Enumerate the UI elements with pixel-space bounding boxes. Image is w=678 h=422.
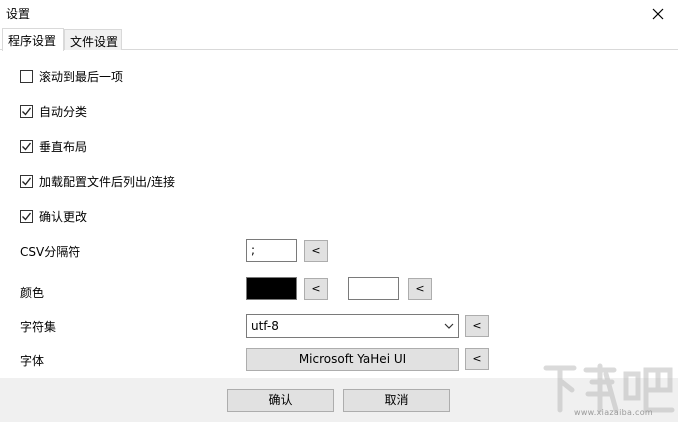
color-label: 颜色 [20, 286, 45, 300]
close-icon [652, 8, 664, 20]
csv-reset-button[interactable]: < [304, 240, 328, 262]
settings-panel: 滚动到最后一项 自动分类 垂直布局 加载配置文件后列出/连接 确认更改 CSV分… [0, 50, 678, 378]
background-color-swatch[interactable] [348, 277, 399, 300]
confirm-button[interactable]: 确认 [227, 389, 334, 412]
window-title: 设置 [6, 7, 31, 21]
checkbox[interactable] [20, 104, 33, 118]
checkmark-icon [22, 212, 32, 221]
tab-program-settings[interactable]: 程序设置 [2, 28, 64, 51]
checkbox[interactable] [20, 139, 33, 153]
charset-reset-button[interactable]: < [465, 315, 489, 337]
checkbox[interactable] [20, 174, 33, 188]
font-select-button[interactable]: Microsoft YaHei UI [246, 348, 459, 371]
option-auto-group[interactable]: 自动分类 [20, 103, 87, 119]
option-scroll-to-last[interactable]: 滚动到最后一项 [20, 68, 123, 84]
csv-separator-input[interactable]: ; [246, 239, 297, 262]
checkbox[interactable] [20, 209, 33, 223]
option-label: 确认更改 [39, 209, 88, 224]
cancel-button[interactable]: 取消 [343, 389, 450, 412]
checkbox[interactable] [20, 69, 33, 83]
option-confirm-changes[interactable]: 确认更改 [20, 208, 87, 224]
foreground-color-swatch[interactable] [246, 277, 297, 300]
font-label: 字体 [20, 354, 45, 368]
option-label: 垂直布局 [39, 139, 88, 154]
option-label: 滚动到最后一项 [39, 69, 124, 84]
option-list-after-load[interactable]: 加载配置文件后列出/连接 [20, 173, 175, 189]
close-button[interactable] [646, 2, 670, 26]
foreground-reset-button[interactable]: < [304, 278, 328, 300]
checkmark-icon [22, 177, 32, 186]
checkmark-icon [22, 107, 32, 116]
charset-label: 字符集 [20, 320, 57, 334]
option-label: 加载配置文件后列出/连接 [39, 174, 176, 189]
checkmark-icon [22, 142, 32, 151]
charset-value: utf-8 [251, 319, 279, 333]
font-reset-button[interactable]: < [465, 348, 489, 370]
option-vertical-layout[interactable]: 垂直布局 [20, 138, 87, 154]
background-reset-button[interactable]: < [408, 278, 432, 300]
charset-select[interactable]: utf-8 [246, 314, 459, 338]
tab-strip: 程序设置 文件设置 [0, 28, 678, 51]
chevron-down-icon [444, 323, 454, 329]
tab-file-settings[interactable]: 文件设置 [64, 29, 122, 50]
title-bar: 设置 [0, 0, 678, 28]
option-label: 自动分类 [39, 104, 88, 119]
csv-separator-label: CSV分隔符 [20, 245, 81, 259]
watermark-url: www.xiazaiba.com [574, 408, 654, 417]
